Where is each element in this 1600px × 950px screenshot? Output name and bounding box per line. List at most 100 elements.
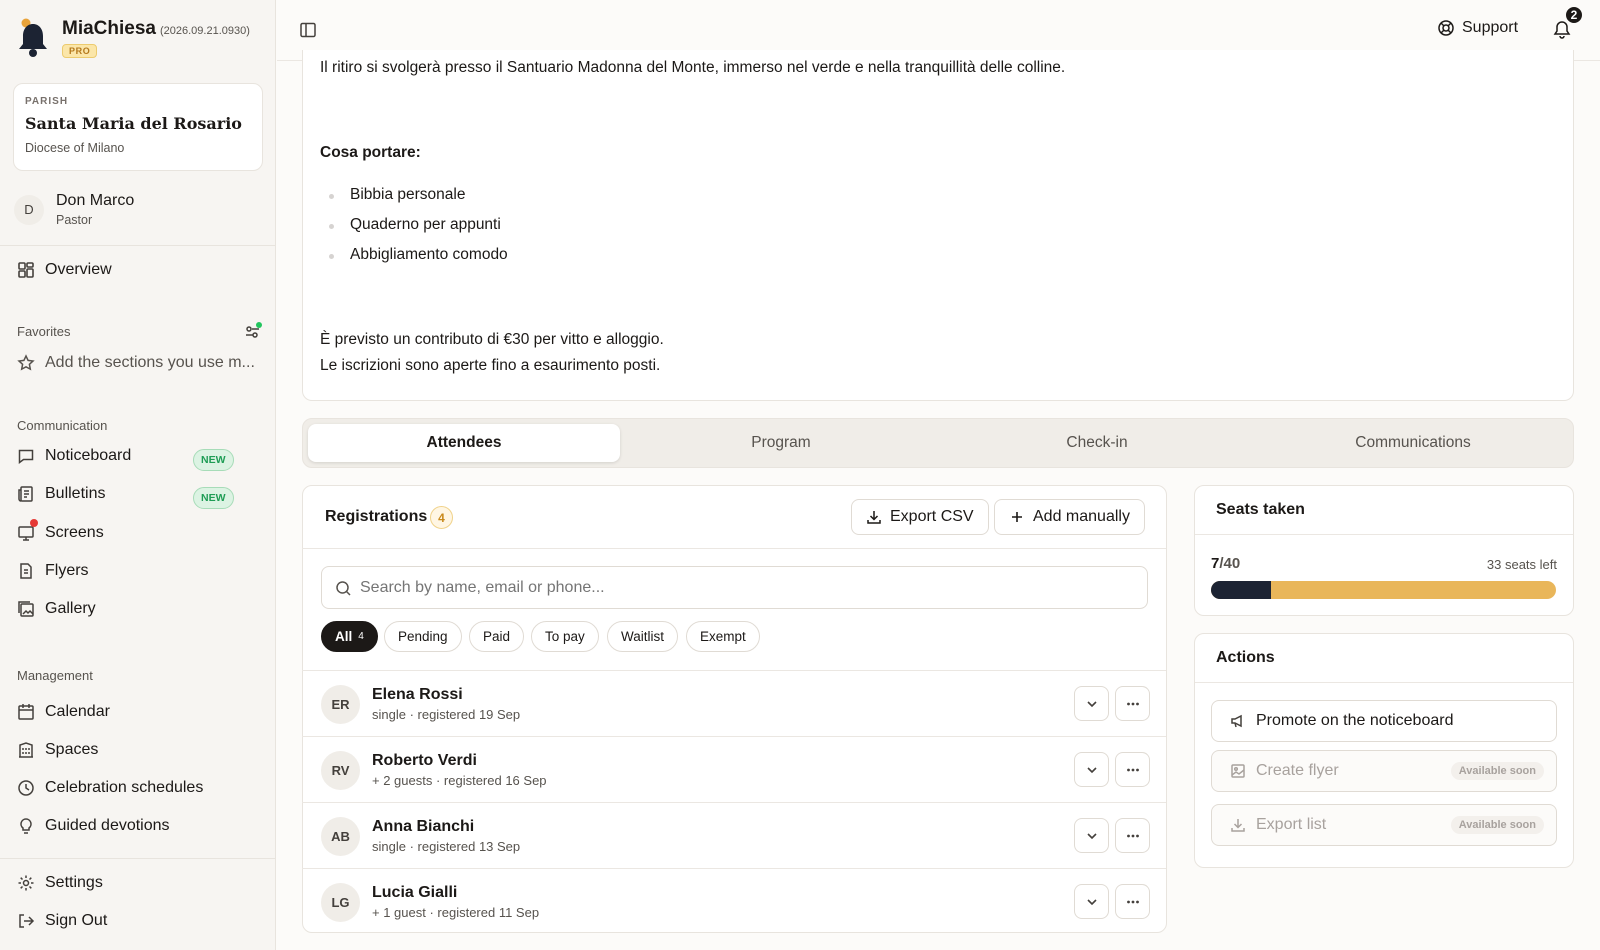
- download-icon: [866, 509, 882, 525]
- registrations-title: Registrations: [325, 508, 428, 525]
- layout-grid-icon: [17, 261, 35, 279]
- download-icon: [1230, 817, 1246, 833]
- images-icon: [17, 600, 35, 618]
- promote-noticeboard-button[interactable]: Promote on the noticeboard: [1211, 700, 1557, 742]
- sidebar-item-sign-out[interactable]: Sign Out: [17, 912, 107, 930]
- sidebar-item-label: Bulletins: [45, 485, 106, 502]
- sidebar-item-spaces[interactable]: Spaces: [17, 741, 98, 759]
- tab-program[interactable]: Program: [625, 424, 937, 462]
- filter-paid[interactable]: Paid: [469, 621, 525, 652]
- filter-pending[interactable]: Pending: [384, 621, 462, 652]
- table-row[interactable]: LG Lucia Gialli + 1 guest · registered 1…: [302, 868, 1166, 934]
- sidebar-item-celebration-schedules[interactable]: Celebration schedules: [17, 779, 203, 797]
- actions-title: Actions: [1216, 649, 1275, 666]
- seats-progress-bar: [1211, 581, 1556, 599]
- registrations-count-badge: 4: [430, 506, 453, 529]
- favorites-empty-hint[interactable]: Add the sections you use m...: [17, 354, 255, 372]
- sidebar-toggle-icon[interactable]: [299, 21, 317, 39]
- sidebar-item-flyers[interactable]: Flyers: [17, 562, 89, 580]
- sidebar-item-guided-devotions[interactable]: Guided devotions: [17, 817, 170, 835]
- filter-label: All: [335, 629, 353, 644]
- more-actions-button[interactable]: [1115, 884, 1150, 919]
- attendee-name: Anna Bianchi: [372, 818, 475, 835]
- tab-communications[interactable]: Communications: [1257, 424, 1569, 462]
- seats-progress-fill: [1211, 581, 1272, 599]
- chevron-down-icon: [1085, 763, 1099, 777]
- parish-name: Santa Maria del Rosario: [25, 114, 242, 133]
- newspaper-icon: [17, 485, 35, 503]
- sidebar-item-label: Noticeboard: [45, 447, 132, 464]
- filter-all[interactable]: All 4: [321, 621, 378, 652]
- manage-favorites-icon[interactable]: [244, 322, 262, 340]
- expand-button[interactable]: [1074, 686, 1109, 721]
- brand[interactable]: MiaChiesa (2026.09.21.0930) PRO: [16, 18, 250, 60]
- contribution-text: È previsto un contributo di €30 per vitt…: [320, 331, 664, 348]
- tab-check-in[interactable]: Check-in: [941, 424, 1253, 462]
- filter-count: 4: [358, 631, 364, 642]
- parish-card[interactable]: PARISH Santa Maria del Rosario Diocese o…: [13, 83, 263, 171]
- filter-waitlist[interactable]: Waitlist: [607, 621, 678, 652]
- sidebar-item-screens[interactable]: Screens: [17, 519, 104, 542]
- sidebar-item-overview[interactable]: Overview: [17, 261, 112, 279]
- attendee-meta: + 2 guests · registered 16 Sep: [372, 773, 547, 788]
- divider: [302, 548, 1166, 549]
- expand-button[interactable]: [1074, 752, 1109, 787]
- export-csv-button[interactable]: Export CSV: [851, 499, 989, 535]
- avatar: LG: [321, 883, 360, 922]
- chevron-down-icon: [1085, 829, 1099, 843]
- table-row[interactable]: RV Roberto Verdi + 2 guests · registered…: [302, 736, 1166, 802]
- sidebar-item-label: Flyers: [45, 562, 89, 579]
- available-soon-badge: Available soon: [1450, 762, 1544, 780]
- add-manually-button[interactable]: Add manually: [994, 499, 1145, 535]
- seats-left: 33 seats left: [1486, 557, 1557, 572]
- bell-logo-icon: [16, 18, 50, 60]
- star-icon: [17, 354, 35, 372]
- user-role: Pastor: [56, 213, 93, 227]
- user-name: Don Marco: [56, 192, 135, 209]
- tab-attendees[interactable]: Attendees: [308, 424, 620, 462]
- create-flyer-button[interactable]: Create flyer Available soon: [1211, 750, 1557, 792]
- calendar-icon: [17, 703, 35, 721]
- sidebar-item-bulletins[interactable]: Bulletins: [17, 485, 105, 503]
- sidebar-item-gallery[interactable]: Gallery: [17, 600, 96, 618]
- management-heading: Management: [17, 668, 93, 683]
- search-input[interactable]: [360, 567, 1140, 608]
- support-button[interactable]: Support: [1437, 19, 1518, 37]
- more-actions-button[interactable]: [1115, 686, 1150, 721]
- more-actions-button[interactable]: [1115, 752, 1150, 787]
- expand-button[interactable]: [1074, 884, 1109, 919]
- bullet: [329, 254, 334, 259]
- search-icon: [335, 580, 352, 597]
- chevron-down-icon: [1085, 697, 1099, 711]
- app-version: (2026.09.21.0930): [159, 25, 250, 37]
- filter-to-pay[interactable]: To pay: [531, 621, 599, 652]
- search-field[interactable]: [321, 566, 1148, 609]
- parish-kicker: PARISH: [25, 96, 69, 107]
- promote-label: Promote on the noticeboard: [1256, 712, 1454, 729]
- table-row[interactable]: AB Anna Bianchi single · registered 13 S…: [302, 802, 1166, 868]
- export-list-button[interactable]: Export list Available soon: [1211, 804, 1557, 846]
- tab-bar: Attendees Program Check-in Communication…: [302, 418, 1574, 468]
- more-horizontal-icon: [1126, 829, 1140, 843]
- sidebar-item-noticeboard[interactable]: Noticeboard: [17, 447, 131, 465]
- message-square-icon: [17, 447, 35, 465]
- sidebar-item-calendar[interactable]: Calendar: [17, 703, 110, 721]
- more-horizontal-icon: [1126, 697, 1140, 711]
- attendee-meta: single · registered 13 Sep: [372, 839, 521, 854]
- expand-button[interactable]: [1074, 818, 1109, 853]
- life-buoy-icon: [1437, 19, 1455, 37]
- more-horizontal-icon: [1126, 763, 1140, 777]
- new-badge: NEW: [193, 449, 234, 471]
- filter-exempt[interactable]: Exempt: [686, 621, 760, 652]
- more-actions-button[interactable]: [1115, 818, 1150, 853]
- user-profile[interactable]: D Don Marco Pastor: [14, 192, 134, 227]
- add-manually-label: Add manually: [1033, 508, 1130, 525]
- avatar: D: [14, 194, 44, 225]
- plan-badge: PRO: [62, 44, 98, 58]
- notifications-button[interactable]: 2: [1553, 5, 1584, 39]
- table-row[interactable]: ER Elena Rossi single · registered 19 Se…: [302, 670, 1166, 736]
- sidebar-item-settings[interactable]: Settings: [17, 874, 103, 892]
- bullet: [329, 224, 334, 229]
- bullet: [329, 194, 334, 199]
- support-label: Support: [1462, 19, 1519, 36]
